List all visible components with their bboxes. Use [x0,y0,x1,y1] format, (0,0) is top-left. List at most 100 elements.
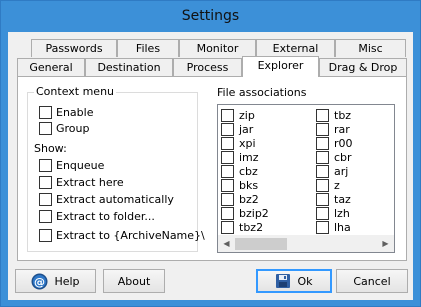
assoc-taz-checkbox[interactable]: taz [316,193,351,206]
extract-here-checkbox[interactable]: Extract here [39,176,124,189]
extract-to-archivename-checkbox[interactable]: Extract to {ArchiveName}\ [39,229,205,242]
checkbox-box[interactable] [221,179,234,192]
assoc-rar-checkbox[interactable]: rar [316,123,350,136]
assoc-label: z [334,179,340,192]
checkbox-box[interactable] [316,109,329,122]
checkbox-box[interactable] [221,165,234,178]
scrollbar-thumb[interactable] [235,238,287,250]
tab-monitor[interactable]: Monitor [179,39,256,57]
assoc-label: rar [334,123,350,136]
tab-explorer[interactable]: Explorer [242,56,319,77]
scroll-left-icon[interactable]: ◀ [218,236,235,252]
assoc-label: jar [239,123,254,136]
checkbox-box[interactable] [39,159,52,172]
svg-text:@: @ [34,275,45,288]
assoc-lzh-checkbox[interactable]: lzh [316,207,350,220]
about-button-label: About [117,274,151,288]
assoc-z-checkbox[interactable]: z [316,179,340,192]
extract-automatically-checkbox[interactable]: Extract automatically [39,193,174,206]
checkbox-box[interactable] [316,179,329,192]
checkbox-label: Enable [56,106,94,119]
settings-window: Settings Passwords Files Monitor Externa… [0,0,421,307]
checkbox-box[interactable] [316,151,329,164]
horizontal-scrollbar[interactable]: ◀ ▶ [218,235,394,252]
assoc-zip-checkbox[interactable]: zip [221,109,255,122]
checkbox-box[interactable] [221,207,234,220]
assoc-label: imz [239,151,259,164]
assoc-jar-checkbox[interactable]: jar [221,123,253,136]
checkbox-box[interactable] [39,176,52,189]
assoc-label: bzip2 [239,207,269,220]
save-disk-icon [275,273,291,289]
checkbox-box[interactable] [221,109,234,122]
tab-files[interactable]: Files [117,39,179,57]
checkbox-label: Extract here [56,176,124,189]
checkbox-box[interactable] [39,193,52,206]
checkbox-box[interactable] [39,210,52,223]
help-button-label: Help [54,274,80,288]
assoc-label: lzh [334,207,350,220]
assoc-label: arj [334,165,349,178]
group-checkbox[interactable]: Group [39,122,90,135]
checkbox-box[interactable] [221,193,234,206]
file-associations-list[interactable]: zip jar xpi imz cbz bks bz2 bzip2 tbz2 t… [217,104,395,253]
assoc-label: xpi [239,137,256,150]
ok-button-label: Ok [297,274,313,288]
checkbox-box[interactable] [316,165,329,178]
tab-drag-drop[interactable]: Drag & Drop [319,58,407,76]
extract-to-folder-checkbox[interactable]: Extract to folder... [39,210,155,223]
ok-button[interactable]: Ok [256,269,332,293]
checkbox-label: Enqueue [56,159,105,172]
assoc-label: taz [334,193,351,206]
assoc-label: r00 [334,137,353,150]
checkbox-box[interactable] [316,207,329,220]
checkbox-label: Extract automatically [56,193,174,206]
checkbox-box[interactable] [221,151,234,164]
enqueue-checkbox[interactable]: Enqueue [39,159,104,172]
tab-misc[interactable]: Misc [335,39,406,57]
enable-checkbox[interactable]: Enable [39,106,93,119]
assoc-label: zip [239,109,255,122]
tab-general[interactable]: General [17,58,85,76]
tab-process[interactable]: Process [173,58,242,76]
show-label: Show: [34,142,67,155]
checkbox-box[interactable] [316,221,329,234]
tab-destination[interactable]: Destination [85,58,173,76]
checkbox-box[interactable] [316,193,329,206]
tab-external[interactable]: External [256,39,335,57]
window-title: Settings [181,8,240,24]
tab-passwords[interactable]: Passwords [31,39,117,57]
cancel-button[interactable]: Cancel [336,269,408,293]
assoc-tbz-checkbox[interactable]: tbz [316,109,351,122]
assoc-label: cbr [334,151,352,164]
file-associations-title: File associations [217,86,307,99]
assoc-bks-checkbox[interactable]: bks [221,179,258,192]
assoc-label: bks [239,179,259,192]
assoc-tbz2-checkbox[interactable]: tbz2 [221,221,263,234]
assoc-cbr-checkbox[interactable]: cbr [316,151,352,164]
assoc-bzip2-checkbox[interactable]: bzip2 [221,207,269,220]
checkbox-box[interactable] [316,137,329,150]
checkbox-box[interactable] [221,137,234,150]
checkbox-box[interactable] [221,221,234,234]
checkbox-box[interactable] [39,122,52,135]
checkbox-box[interactable] [221,123,234,136]
assoc-xpi-checkbox[interactable]: xpi [221,137,256,150]
assoc-arj-checkbox[interactable]: arj [316,165,348,178]
checkbox-box[interactable] [39,106,52,119]
assoc-lha-checkbox[interactable]: lha [316,221,351,234]
checkbox-label: Extract to {ArchiveName}\ [56,229,205,242]
assoc-cbz-checkbox[interactable]: cbz [221,165,258,178]
assoc-r00-checkbox[interactable]: r00 [316,137,353,150]
cancel-button-label: Cancel [353,274,391,288]
about-button[interactable]: About [103,269,165,293]
assoc-label: bz2 [239,193,259,206]
assoc-bz2-checkbox[interactable]: bz2 [221,193,259,206]
assoc-imz-checkbox[interactable]: imz [221,151,259,164]
assoc-label: tbz2 [239,221,264,234]
checkbox-box[interactable] [316,123,329,136]
scroll-right-icon[interactable]: ▶ [377,236,394,252]
help-button[interactable]: @ Help [15,269,96,293]
checkbox-box[interactable] [39,229,52,242]
assoc-label: tbz [334,109,352,122]
